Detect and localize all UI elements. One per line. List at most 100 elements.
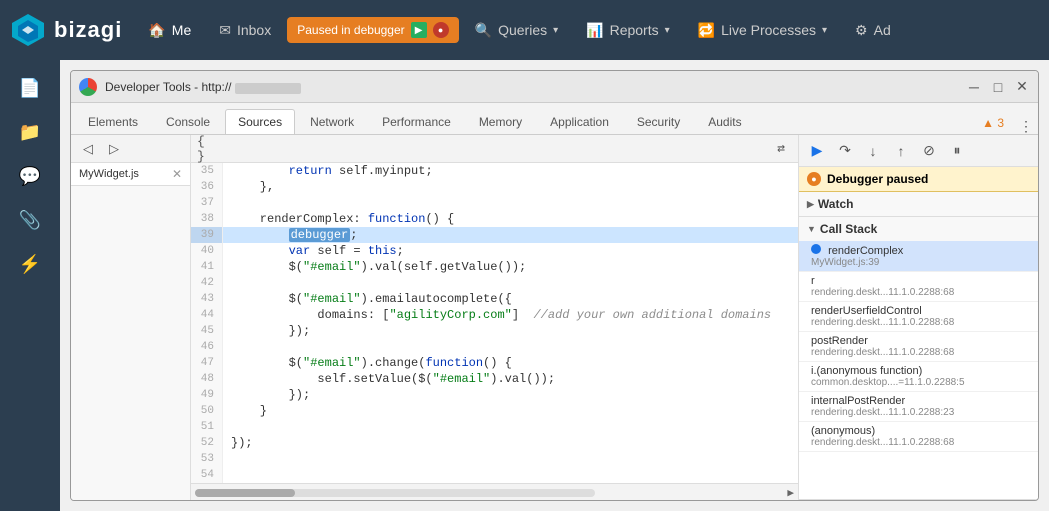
code-line-36: 36 }, <box>191 179 798 195</box>
code-line-44: 44 domains: ["agilityCorp.com"] //add yo… <box>191 307 798 323</box>
call-stack-list: renderComplex MyWidget.js:39 r rendering… <box>799 241 1038 499</box>
debugger-paused-banner: ● Debugger paused <box>799 167 1038 192</box>
call-stack-item-3[interactable]: postRender rendering.deskt...11.1.0.2288… <box>799 332 1038 362</box>
call-stack-loc-2: rendering.deskt...11.1.0.2288:68 <box>811 317 1026 328</box>
call-stack-fn-0: renderComplex <box>811 244 1026 257</box>
live-processes-icon: 🔁 <box>698 22 715 39</box>
step-out-button[interactable]: ↑ <box>889 139 913 163</box>
tab-sources[interactable]: Sources <box>225 109 295 134</box>
code-lines: 35 return self.myinput; 36 }, 37 38 <box>191 163 798 483</box>
sidebar-item-processes[interactable]: ⚡ <box>12 246 48 282</box>
code-line-47: 47 $("#email").change(function() { <box>191 355 798 371</box>
inbox-icon: ✉ <box>219 22 231 39</box>
code-line-43: 43 $("#email").emailautocomplete({ <box>191 291 798 307</box>
code-panel[interactable]: { } ⇄ 35 return self.myinput; 36 }, <box>191 135 798 500</box>
settings-icon: ⚙ <box>855 22 868 39</box>
file-tab-label: MyWidget.js <box>79 168 139 180</box>
record-button[interactable]: ● <box>433 22 449 38</box>
resume-button[interactable]: ▶ <box>805 139 829 163</box>
call-stack-loc-0: MyWidget.js:39 <box>811 257 1026 268</box>
main-layout: 📄 📁 💬 📎 ⚡ Developer Tools - http:// ●●●●… <box>0 60 1049 511</box>
top-nav: bizagi 🏠 Me ✉ Inbox Paused in debugger ▶… <box>0 0 1049 60</box>
code-line-52: 52 }); <box>191 435 798 451</box>
nav-back-button[interactable]: ◁ <box>77 138 99 160</box>
devtools-menu-button[interactable]: ⋮ <box>1018 118 1034 134</box>
url-redacted: ●●●●●●●●●●● <box>235 83 301 94</box>
reports-icon: 📊 <box>586 22 603 39</box>
call-stack-item-5[interactable]: internalPostRender rendering.deskt...11.… <box>799 392 1038 422</box>
call-stack-item-4[interactable]: i.(anonymous function) common.desktop...… <box>799 362 1038 392</box>
devtools-title: Developer Tools - http:// ●●●●●●●●●●● <box>105 80 958 94</box>
call-stack-fn-6: (anonymous) <box>811 425 1026 437</box>
horizontal-scrollbar[interactable]: ▶ <box>191 483 798 500</box>
nav-item-live-processes[interactable]: 🔁 Live Processes ▾ <box>686 14 839 47</box>
step-over-button[interactable]: ↷ <box>833 139 857 163</box>
minimize-button[interactable]: ─ <box>966 79 982 95</box>
sidebar-item-documents[interactable]: 📄 <box>12 70 48 106</box>
nav-item-reports[interactable]: 📊 Reports ▾ <box>574 14 682 47</box>
devtools-body: ◁ ▷ MyWidget.js ✕ { } ⇄ 35 <box>71 135 1038 500</box>
tab-console[interactable]: Console <box>153 109 223 134</box>
nav-item-queries[interactable]: 🔍 Queries ▾ <box>463 14 571 47</box>
nav-item-me[interactable]: 🏠 Me <box>136 14 203 47</box>
call-stack-item-2[interactable]: renderUserfieldControl rendering.deskt..… <box>799 302 1038 332</box>
file-toolbar: ◁ ▷ <box>71 135 190 163</box>
call-stack-loc-1: rendering.deskt...11.1.0.2288:68 <box>811 287 1026 298</box>
code-line-45: 45 }); <box>191 323 798 339</box>
step-into-button[interactable]: ↓ <box>861 139 885 163</box>
format-button[interactable]: { } <box>197 138 219 160</box>
call-stack-loc-5: rendering.deskt...11.1.0.2288:23 <box>811 407 1026 418</box>
call-stack-item-0[interactable]: renderComplex MyWidget.js:39 <box>799 241 1038 272</box>
tab-security[interactable]: Security <box>624 109 693 134</box>
left-sidebar: 📄 📁 💬 📎 ⚡ <box>0 60 60 511</box>
file-tab-close-button[interactable]: ✕ <box>172 167 182 181</box>
tab-elements[interactable]: Elements <box>75 109 151 134</box>
code-line-35: 35 return self.myinput; <box>191 163 798 179</box>
sidebar-item-folder[interactable]: 📁 <box>12 114 48 150</box>
code-line-42: 42 <box>191 275 798 291</box>
warning-badge: ▲ 3 <box>974 112 1012 134</box>
code-line-39: 39 debugger; <box>191 227 798 243</box>
sidebar-item-attachments[interactable]: 📎 <box>12 202 48 238</box>
code-line-38: 38 renderComplex: function() { <box>191 211 798 227</box>
sidebar-item-chat[interactable]: 💬 <box>12 158 48 194</box>
tab-network[interactable]: Network <box>297 109 367 134</box>
pretty-print-button[interactable]: ⇄ <box>770 138 792 160</box>
call-stack-item-1[interactable]: r rendering.deskt...11.1.0.2288:68 <box>799 272 1038 302</box>
tab-application[interactable]: Application <box>537 109 622 134</box>
paused-debugger-badge[interactable]: Paused in debugger ▶ ● <box>287 17 458 43</box>
code-line-50: 50 } <box>191 403 798 419</box>
watch-section-header[interactable]: ▶ Watch <box>799 192 1038 216</box>
code-line-53: 53 <box>191 451 798 467</box>
call-stack-triangle-icon: ▼ <box>807 224 816 234</box>
code-line-37: 37 <box>191 195 798 211</box>
call-stack-item-6[interactable]: (anonymous) rendering.deskt...11.1.0.228… <box>799 422 1038 452</box>
tab-audits[interactable]: Audits <box>695 109 754 134</box>
close-button[interactable]: ✕ <box>1014 79 1030 95</box>
logo-icon <box>10 12 46 48</box>
call-stack-loc-4: common.desktop....=11.1.0.2288:5 <box>811 377 1026 388</box>
pause-on-exceptions-button[interactable]: ⏸ <box>945 139 969 163</box>
play-button[interactable]: ▶ <box>411 22 427 38</box>
tab-memory[interactable]: Memory <box>466 109 535 134</box>
call-stack-section: ▼ Call Stack renderComplex MyWidget.js:3… <box>799 217 1038 500</box>
call-stack-section-header[interactable]: ▼ Call Stack <box>799 217 1038 241</box>
logo-text: bizagi <box>54 17 122 43</box>
code-line-54: 54 <box>191 467 798 483</box>
logo: bizagi <box>10 12 122 48</box>
nav-item-ad[interactable]: ⚙ Ad <box>843 14 903 47</box>
nav-forward-button[interactable]: ▷ <box>103 138 125 160</box>
deactivate-breakpoints-button[interactable]: ⊘ <box>917 139 941 163</box>
tab-performance[interactable]: Performance <box>369 109 464 134</box>
code-line-41: 41 $("#email").val(self.getValue()); <box>191 259 798 275</box>
call-stack-loc-3: rendering.deskt...11.1.0.2288:68 <box>811 347 1026 358</box>
file-tab-mywidget[interactable]: MyWidget.js ✕ <box>71 163 190 186</box>
call-stack-fn-3: postRender <box>811 335 1026 347</box>
file-panel: ◁ ▷ MyWidget.js ✕ <box>71 135 191 500</box>
queries-chevron-icon: ▾ <box>553 25 558 36</box>
code-toolbar: { } ⇄ <box>191 135 798 163</box>
call-stack-fn-2: renderUserfieldControl <box>811 305 1026 317</box>
watch-triangle-icon: ▶ <box>807 199 814 210</box>
maximize-button[interactable]: □ <box>990 79 1006 95</box>
nav-item-inbox[interactable]: ✉ Inbox <box>207 14 283 47</box>
